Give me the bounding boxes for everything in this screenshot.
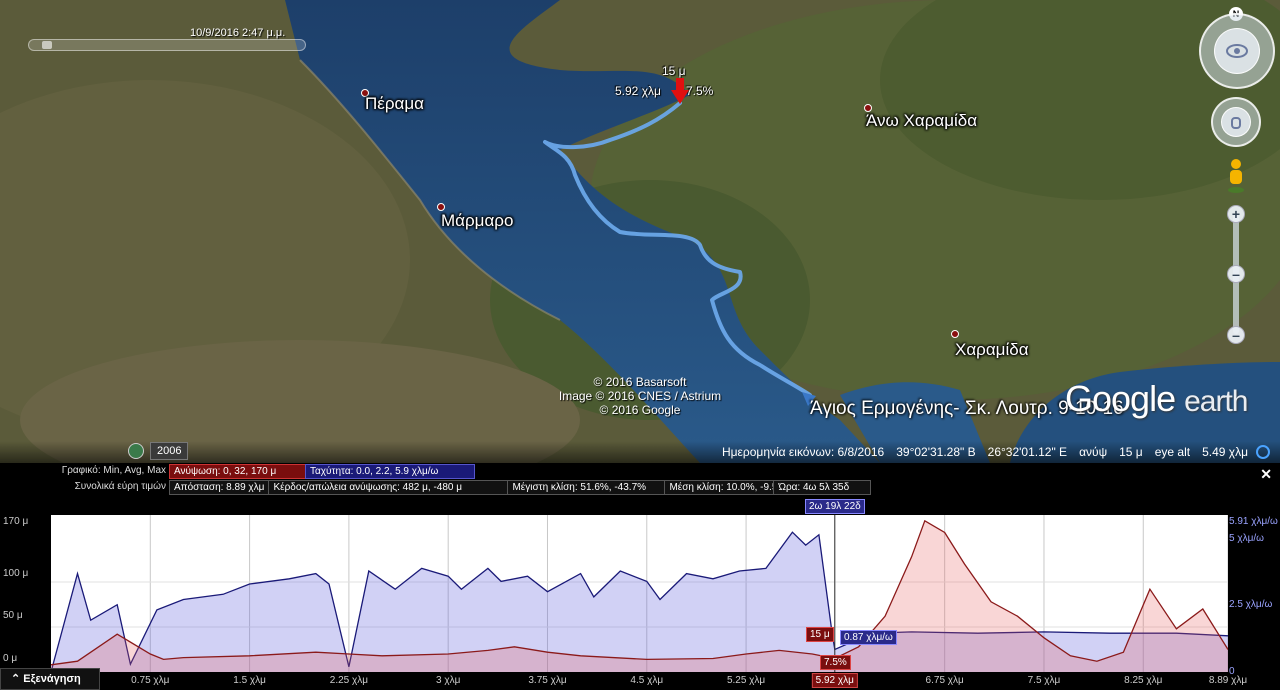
- x-axis-tick-label: 0.75 χλμ: [131, 675, 170, 686]
- elevation-readout-value: 15 μ: [1119, 445, 1143, 459]
- x-axis-tick-label: 8.89 χλμ: [1208, 675, 1248, 686]
- time-slider[interactable]: [28, 34, 306, 56]
- x-axis-tick-label: 6.75 χλμ: [925, 675, 964, 686]
- avg-slope-stat: Μέση κλίση: 10.0%, -9.5%: [664, 480, 786, 495]
- cursor-slope-flag: 7.5%: [820, 655, 851, 670]
- credit-line: Image © 2016 CNES / Astrium: [558, 389, 722, 403]
- cursor-speed-flag: 0.87 χλμ/ω: [840, 630, 897, 645]
- distance-stat: Απόσταση: 8.89 χλμ: [169, 480, 270, 495]
- zoom-out-icon[interactable]: –: [1227, 326, 1245, 344]
- credit-line: © 2016 Google: [599, 403, 681, 417]
- max-slope-stat: Μέγιστη κλίση: 51.6%, -43.7%: [507, 480, 666, 495]
- historical-imagery-year[interactable]: 2006: [150, 442, 189, 460]
- credit-line: © 2016 Basarsoft: [593, 375, 687, 389]
- speed-stat-tab[interactable]: Ταχύτητα: 0.0, 2.2, 5.9 χλμ/ω: [305, 464, 475, 479]
- elevation-readout-label: ανύψ: [1079, 445, 1108, 459]
- graph-stats-label: Γραφικό: Min, Avg, Max: [61, 465, 166, 476]
- x-axis-tick-label: 2.25 χλμ: [329, 675, 369, 686]
- elevation-stat-tab[interactable]: Ανύψωση: 0, 32, 170 μ: [169, 464, 306, 479]
- y-left-tick: 0 μ: [3, 653, 18, 664]
- y-right-tick: 5 χλμ/ω: [1229, 533, 1264, 544]
- elevation-profile-panel: Γραφικό: Min, Avg, Max Ανύψωση: 0, 32, 1…: [0, 463, 1280, 690]
- time-slider-track[interactable]: [28, 39, 306, 51]
- latitude-readout: 39°02'31.28" Β: [896, 445, 976, 459]
- status-bar: Ημερομηνία εικόνων: 6/8/2016 39°02'31.28…: [0, 441, 1280, 463]
- look-joystick-eye-icon[interactable]: [1214, 28, 1260, 74]
- place-label-perama[interactable]: Πέραμα: [365, 94, 424, 114]
- profile-stats-row: Γραφικό: Min, Avg, Max Ανύψωση: 0, 32, 1…: [0, 464, 475, 479]
- imagery-credits: © 2016 Basarsoft Image © 2016 CNES / Ast…: [540, 375, 740, 417]
- eye-alt-value: 5.49 χλμ: [1202, 445, 1248, 459]
- place-label-ano-charamida[interactable]: Άνω Χαραμίδα: [866, 111, 977, 131]
- y-left-tick: 50 μ: [3, 610, 23, 621]
- explore-tour-button[interactable]: ⌃ Εξενάγηση: [0, 668, 100, 690]
- place-label-charamida[interactable]: Χαραμίδα: [955, 340, 1029, 360]
- x-axis-tick-label: 5.25 χλμ: [726, 675, 766, 686]
- duration-stat: Ώρα: 4ω 5λ 35δ: [773, 480, 872, 495]
- elevation-gain-loss-stat: Κέρδος/απώλεια ανύψωσης: 482 μ, -480 μ: [268, 480, 509, 495]
- y-left-tick: 170 μ: [3, 516, 29, 527]
- cursor-time-flag: 2ω 19λ 22δ: [805, 499, 865, 514]
- elevation-speed-chart[interactable]: [51, 515, 1228, 672]
- marker-elevation-label: 15 μ: [662, 64, 686, 78]
- x-axis-tick-label: 3.75 χλμ: [528, 675, 567, 686]
- explore-label: Εξενάγηση: [23, 673, 81, 685]
- x-axis-tick-label: 8.25 χλμ: [1124, 675, 1163, 686]
- zoom-slider-handle[interactable]: –: [1227, 265, 1245, 283]
- place-label-marmaro[interactable]: Μάρμαρο: [441, 211, 513, 231]
- time-slider-start-handle[interactable]: [42, 41, 52, 49]
- streaming-indicator-icon: [1256, 445, 1270, 459]
- x-axis-tick-label: 5.92 χλμ: [811, 673, 858, 688]
- position-marker-arrow-icon: [671, 78, 689, 104]
- marker-distance-label: 5.92 χλμ: [615, 84, 661, 98]
- totals-label: Συνολικά εύρη τιμών: [74, 481, 166, 492]
- y-right-tick: 2.5 χλμ/ω: [1229, 599, 1273, 610]
- historical-imagery-clock-icon[interactable]: [128, 443, 144, 459]
- chevron-up-icon: ⌃: [11, 673, 21, 685]
- x-axis-tick-label: 3 χλμ: [436, 675, 461, 686]
- zoom-in-icon[interactable]: +: [1227, 205, 1245, 223]
- eye-alt-label: eye alt: [1154, 445, 1191, 459]
- street-view-pegman-icon[interactable]: [1226, 158, 1246, 194]
- imagery-date: Ημερομηνία εικόνων: 6/8/2016: [721, 445, 885, 459]
- google-earth-logo: Google earth: [1065, 378, 1249, 419]
- move-joystick-hand-icon[interactable]: [1221, 107, 1251, 137]
- x-axis-tick-label: 1.5 χλμ: [233, 675, 266, 686]
- x-axis-tick-label: 7.5 χλμ: [1027, 675, 1061, 686]
- close-profile-icon[interactable]: ✕: [1260, 466, 1272, 483]
- cursor-elevation-flag: 15 μ: [806, 627, 834, 642]
- y-left-tick: 100 μ: [3, 568, 29, 579]
- longitude-readout: 26°32'01.12" Ε: [987, 445, 1068, 459]
- earth-3d-view[interactable]: Πέραμα Μάρμαρο Άνω Χαραμίδα Χαραμίδα 15 …: [0, 0, 1280, 463]
- place-pin[interactable]: [437, 203, 445, 211]
- y-right-tick: 5.91 χλμ/ω: [1229, 516, 1278, 527]
- x-axis-tick-label: 4.5 χλμ: [630, 675, 664, 686]
- historical-imagery-control[interactable]: 2006: [128, 442, 189, 460]
- marker-slope-label: 7.5%: [686, 84, 714, 98]
- profile-totals-row: Συνολικά εύρη τιμών Απόσταση: 8.89 χλμ Κ…: [0, 480, 872, 495]
- place-pin[interactable]: [951, 330, 959, 338]
